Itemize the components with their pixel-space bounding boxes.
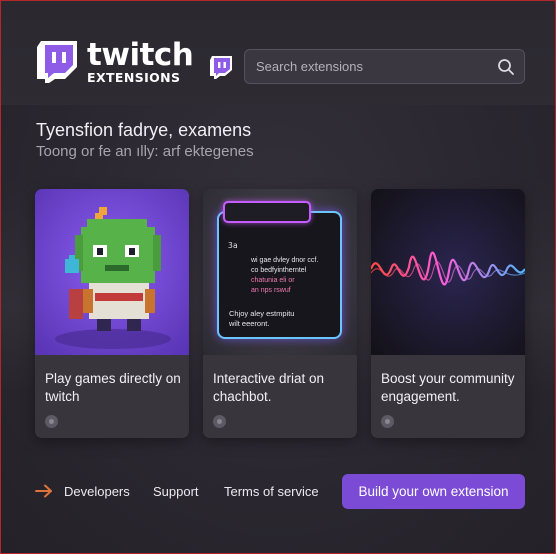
chat-line: wi gae dvley dnor ccf. [251,257,319,264]
card-title: Interactive driat on chachbot. [213,371,325,404]
card-title: Boost your community engagement. [381,371,515,404]
search-bar[interactable] [244,49,525,84]
chat-count: 3a [228,241,238,250]
card-status-icon [381,415,394,428]
arrow-right-icon [35,484,53,498]
card-status-icon [45,415,58,428]
logo-subtitle: EXTENSIONS [87,70,181,85]
card-title: Play games directly on twitch [45,371,181,404]
logo-wordmark: twitch [87,37,194,73]
search-input[interactable] [256,59,486,74]
twitch-glitch-small-icon[interactable] [209,55,233,79]
app-frame: twitch EXTENSIONS Tyensfion fadrye, exam… [0,0,556,554]
chat-note: Chjoy aley estmpitu [229,309,295,318]
card-status-icon [213,415,226,428]
chat-widget-image: 3a wi gae dvley dnor ccf. co bedfyinther… [203,189,357,355]
sound-wave-image [371,189,525,355]
hero-subtitle: Toong or fe an ılly: arf ektegenes [36,143,254,160]
footer-link-developers[interactable]: Developers [64,484,130,499]
chat-note: wilt eeeront. [229,319,270,328]
pixel-goblin-character-image [35,189,189,355]
twitch-extensions-logo[interactable]: twitch EXTENSIONS [37,37,194,85]
chat-line: an nps rswuf [251,287,291,294]
extension-card-interactive[interactable]: 3a wi gae dvley dnor ccf. co bedfyinther… [203,189,357,438]
extension-card-community[interactable]: Boost your community engagement. [371,189,525,438]
build-extension-button[interactable]: Build your own extension [342,474,525,509]
hero-title: Tyensfion fadrye, examens [36,120,252,140]
search-icon[interactable] [497,58,515,76]
chat-line: co bedfyintherntel [251,267,307,274]
extension-card-games[interactable]: Play games directly on twitch [35,189,189,438]
chat-line: chatunia eli or [251,277,295,284]
twitch-glitch-icon [37,41,77,83]
footer-link-terms[interactable]: Terms of service [224,484,319,499]
header: twitch EXTENSIONS [1,1,555,105]
footer: Developers Support Terms of service Buil… [1,471,555,511]
footer-link-support[interactable]: Support [153,484,199,499]
